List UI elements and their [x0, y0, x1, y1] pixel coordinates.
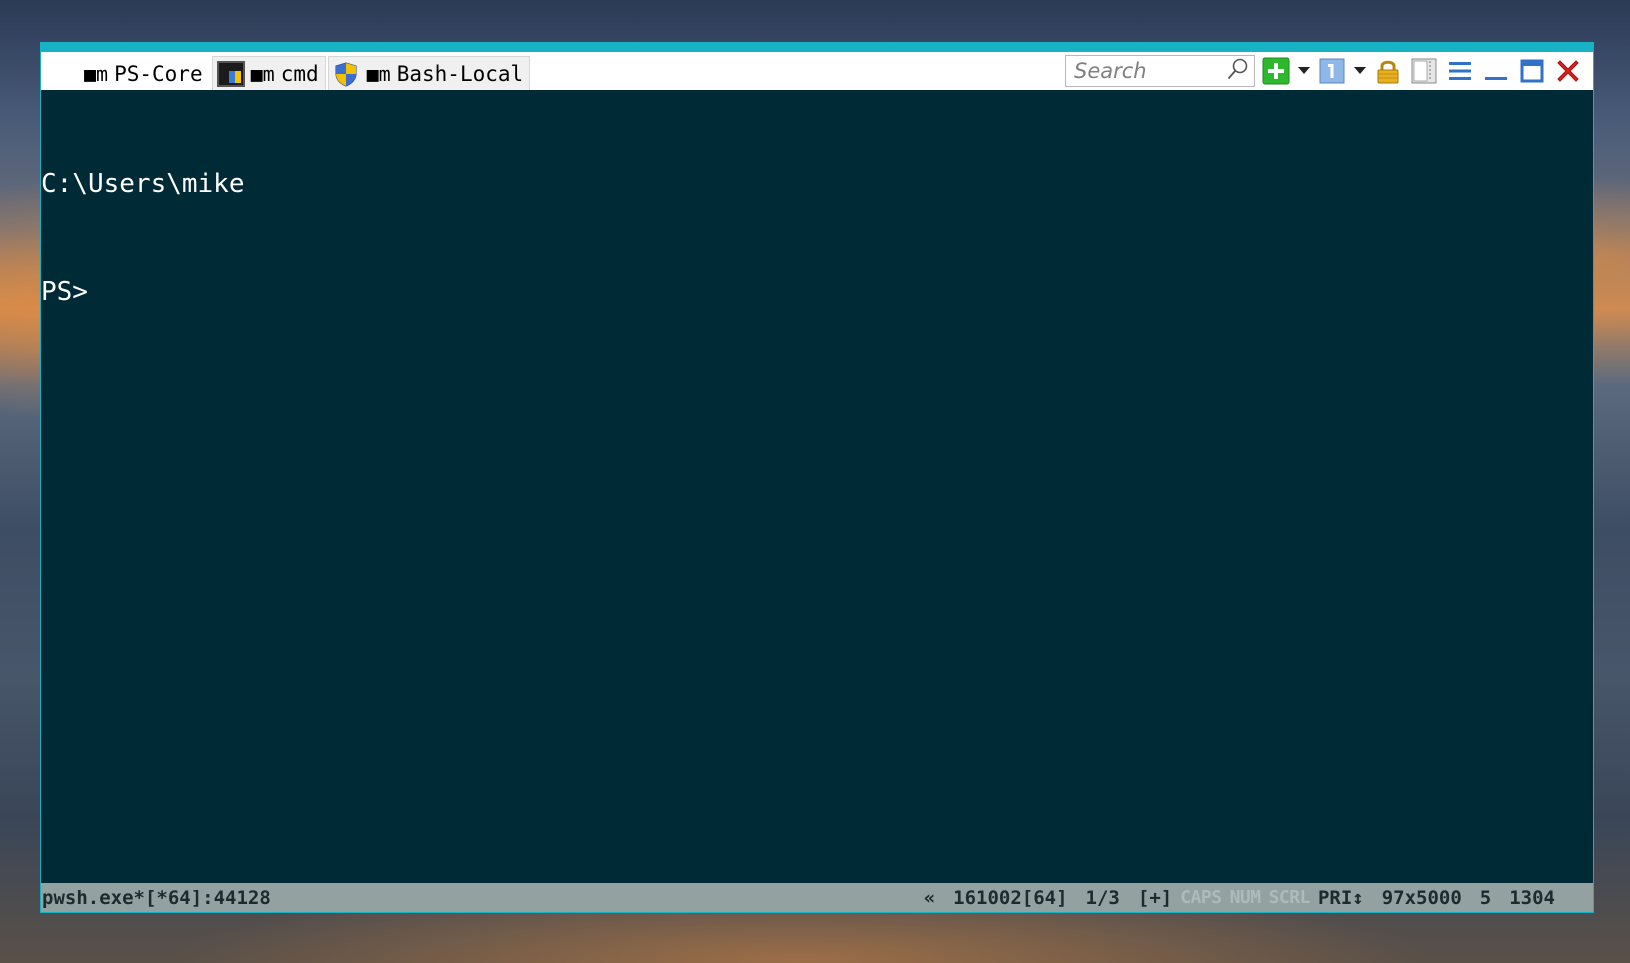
conemu-window: ■m PS-Core ■m cmd ■m Bash-Local Search C… [40, 42, 1594, 913]
status-num[interactable]: NUM [1230, 887, 1262, 908]
tab-cmd[interactable]: ■m cmd [211, 56, 326, 90]
split-pane-button[interactable] [1409, 56, 1439, 86]
minimize-icon [1485, 77, 1507, 80]
terminal-line-path: C:\Users\mike [41, 169, 245, 199]
maximize-icon [1520, 59, 1544, 83]
menu-icon [1449, 62, 1471, 80]
status-scroll-indicator[interactable]: « [924, 887, 935, 909]
tab-glyph: ■m [250, 61, 275, 86]
terminal-output[interactable]: C:\Users\mike PS> [41, 90, 1593, 883]
search-icon[interactable] [1226, 57, 1250, 85]
console-info-dropdown[interactable] [1353, 56, 1367, 86]
close-button[interactable] [1553, 56, 1583, 86]
status-scrl[interactable]: SCRL [1269, 887, 1311, 908]
status-right: « 161002[64] 1/3 [+] CAPS NUM SCRL PRI↕ … [906, 887, 1593, 909]
maximize-button[interactable] [1517, 56, 1547, 86]
terminal-line-prompt: PS> [41, 277, 88, 307]
status-column[interactable]: 5 [1480, 887, 1491, 909]
status-buffer-size[interactable]: 97x5000 [1382, 887, 1462, 909]
tab-label: PS-Core [114, 61, 203, 86]
status-console-index[interactable]: 1/3 [1086, 887, 1120, 909]
search-box [1065, 55, 1255, 87]
lock-button[interactable] [1373, 56, 1403, 86]
console-info-icon [1319, 58, 1345, 84]
chevron-down-icon [1298, 67, 1310, 74]
menu-button[interactable] [1445, 56, 1475, 86]
tab-bash-local[interactable]: ■m Bash-Local [327, 56, 531, 90]
console-info-button[interactable] [1317, 56, 1347, 86]
tab-glyph: ■m [366, 61, 391, 86]
tab-label: Bash-Local [396, 61, 524, 86]
split-pane-icon [1411, 58, 1437, 84]
tab-ps-core[interactable]: ■m PS-Core [43, 56, 210, 90]
status-pid[interactable]: 161002[64] [953, 887, 1067, 909]
status-number[interactable]: 1304 [1509, 887, 1555, 909]
tab-bar: ■m PS-Core ■m cmd ■m Bash-Local [41, 52, 532, 90]
new-console-button[interactable] [1261, 56, 1291, 86]
lock-icon [1377, 60, 1399, 84]
status-priority[interactable]: PRI↕ [1318, 887, 1364, 909]
close-icon [1557, 60, 1579, 82]
status-plus[interactable]: [+] [1138, 887, 1172, 909]
minimize-button[interactable] [1481, 56, 1511, 86]
search-input[interactable] [1074, 59, 1226, 83]
title-bar: ■m PS-Core ■m cmd ■m Bash-Local Search [41, 52, 1593, 90]
status-bar: pwsh.exe*[*64]:44128 « 161002[64] 1/3 [+… [41, 883, 1593, 912]
cmd-console-icon [216, 60, 245, 87]
new-console-dropdown[interactable] [1297, 56, 1311, 86]
toolbar [1065, 52, 1593, 90]
new-console-icon [1262, 57, 1290, 85]
chevron-down-icon [1354, 67, 1366, 74]
status-caps[interactable]: CAPS [1180, 887, 1222, 908]
tab-glyph: ■m [84, 61, 109, 86]
tab-label: cmd [280, 61, 319, 86]
shield-icon [333, 61, 361, 87]
status-process[interactable]: pwsh.exe*[*64]:44128 [42, 887, 271, 909]
